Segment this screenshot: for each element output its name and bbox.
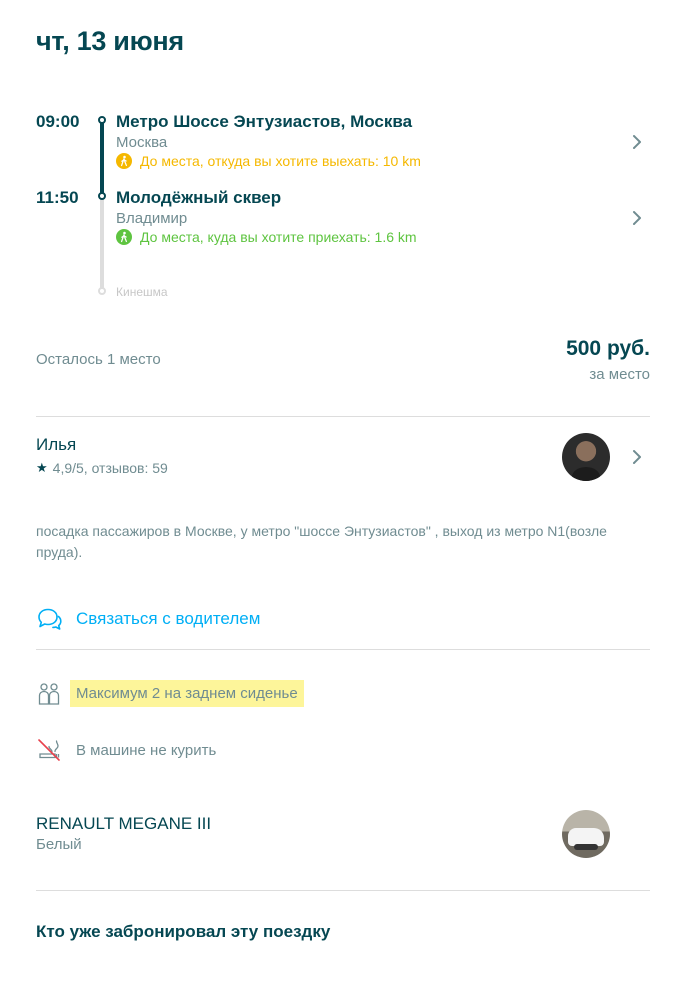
arrival-time: 11:50 [36,188,79,207]
driver-note: посадка пассажиров в Москве, у метро "шо… [36,523,607,560]
car-color: Белый [36,836,82,853]
departure-city: Москва [116,134,168,151]
car-photo[interactable] [562,810,610,858]
departure-chevron-right-icon[interactable] [630,133,644,151]
final-stop-dot [98,287,106,295]
seats-left: Осталось 1 место [36,351,161,368]
route-line-remaining [100,198,104,290]
departure-walk-text: До места, откуда вы хотите выехать: 10 k… [140,153,421,169]
arrival-walk-text: До места, куда вы хотите приехать: 1.6 k… [140,229,417,245]
booked-passengers-title: Кто уже забронировал эту поездку [36,922,331,941]
preference-no-smoking: В машине не курить [36,737,216,763]
departure-title[interactable]: Метро Шоссе Энтузиастов, Москва [116,112,412,132]
contact-driver-link[interactable]: Связаться с водителем [36,607,260,631]
divider [36,649,650,650]
divider [36,416,650,417]
driver-avatar[interactable] [562,433,610,481]
walker-icon [116,229,132,245]
price-unit: за место [589,366,650,383]
two-passengers-icon [38,682,60,705]
arrival-city: Владимир [116,210,188,227]
departure-walk-distance: До места, откуда вы хотите выехать: 10 k… [116,153,421,169]
arrival-dot [98,192,106,200]
arrival-chevron-right-icon[interactable] [630,209,644,227]
chat-bubbles-icon [38,608,62,630]
preference-back-seat: Максимум 2 на заднем сиденье [36,680,304,707]
driver-rating-text: 4,9/5, отзывов: 59 [52,460,168,476]
driver-chevron-right-icon[interactable] [630,448,644,466]
arrival-walk-distance: До места, куда вы хотите приехать: 1.6 k… [116,229,417,245]
divider [36,890,650,891]
final-stop-label: Кинешма [116,285,168,299]
arrival-title[interactable]: Молодёжный сквер [116,188,281,208]
car-model: RENAULT MEGANE III [36,814,212,833]
driver-rating: ★ 4,9/5, отзывов: 59 [36,460,168,476]
trip-date: чт, 13 июня [36,26,184,56]
price: 500 руб. [566,337,650,360]
departure-dot [98,116,106,124]
driver-name[interactable]: Илья [36,435,76,455]
departure-time: 09:00 [36,112,80,131]
no-smoking-icon [38,739,60,761]
back-seat-limit-text: Максимум 2 на заднем сиденье [70,680,304,707]
contact-driver-label: Связаться с водителем [76,609,261,628]
no-smoking-text: В машине не курить [76,741,217,759]
star-icon: ★ [36,460,48,475]
route-line-active [100,122,104,194]
walker-icon [116,153,132,169]
